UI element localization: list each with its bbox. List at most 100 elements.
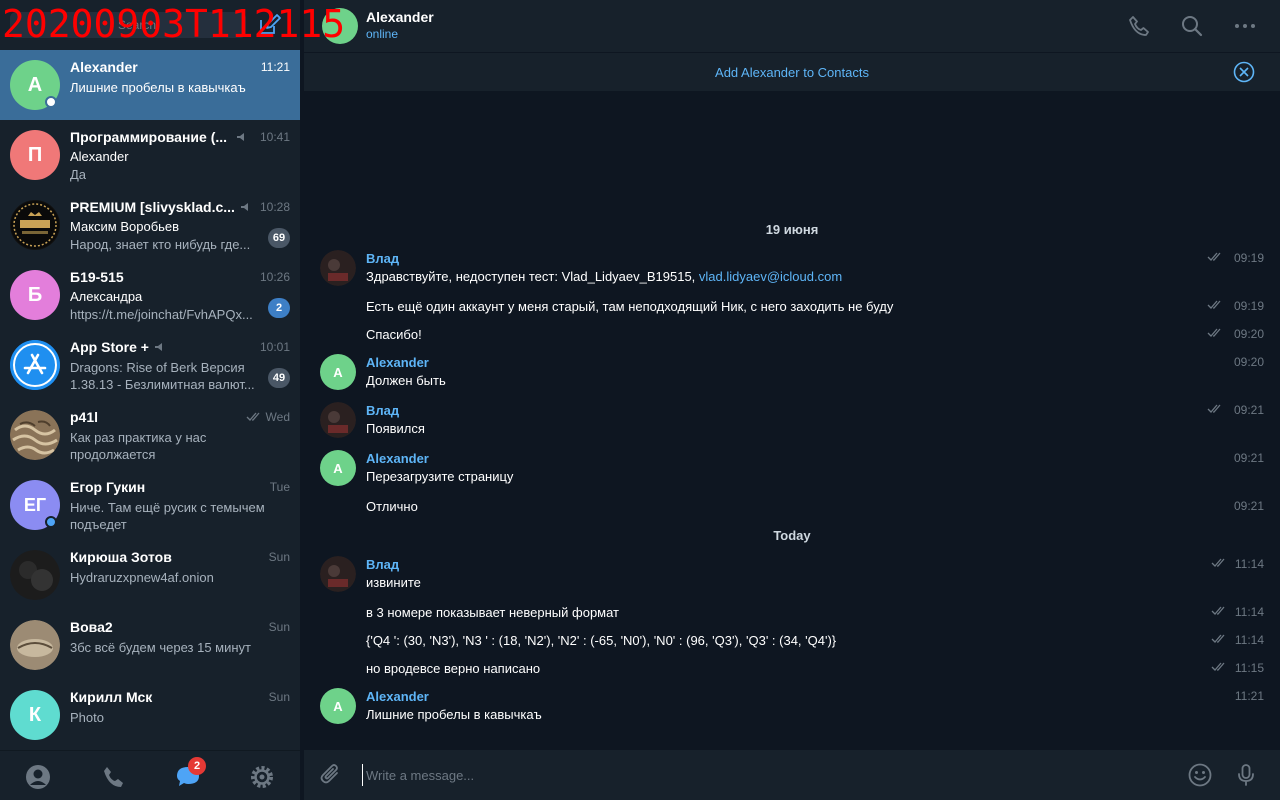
header-avatar[interactable] bbox=[322, 8, 358, 44]
search-input[interactable]: Search bbox=[10, 12, 246, 38]
chat-name: Кирюша Зотов bbox=[70, 549, 172, 565]
premium-logo-icon bbox=[10, 200, 60, 250]
chat-item-alexander[interactable]: A Alexander 11:21 Лишние пробелы в кавыч… bbox=[0, 50, 300, 120]
app-store-icon bbox=[10, 340, 60, 390]
read-ticks-icon bbox=[1211, 634, 1225, 643]
close-icon[interactable] bbox=[1233, 61, 1255, 83]
chat-preview: Photo bbox=[70, 710, 104, 725]
vlad-avatar[interactable] bbox=[320, 250, 356, 286]
chat-name: Б19-515 bbox=[70, 269, 124, 285]
date-separator: 19 июня bbox=[765, 222, 819, 237]
search-icon[interactable] bbox=[1179, 13, 1205, 39]
chat-name: Вова2 bbox=[70, 619, 113, 635]
chat-item-app-store[interactable]: App Store + 10:01 Dragons: Rise of Berk … bbox=[0, 330, 300, 400]
read-ticks-icon bbox=[1211, 606, 1225, 615]
chat-header: Alexander online bbox=[304, 0, 1280, 52]
message-time: 11:15 bbox=[1234, 661, 1264, 675]
online-indicator bbox=[45, 516, 57, 528]
microphone-icon[interactable] bbox=[1233, 762, 1259, 788]
chat-sender: Александра bbox=[70, 289, 143, 304]
avatar: Б bbox=[10, 270, 60, 320]
chat-time: 10:26 bbox=[259, 270, 290, 284]
chat-item-b19-515[interactable]: Б Б19-515 10:26 Александра https://t.me/… bbox=[0, 260, 300, 330]
chat-name: Программирование (... bbox=[70, 129, 228, 145]
header-status: online bbox=[366, 27, 399, 41]
settings-icon[interactable] bbox=[248, 763, 276, 791]
message-time: 09:20 bbox=[1233, 327, 1264, 341]
alexander-avatar[interactable]: A bbox=[320, 688, 356, 724]
chat-time: Tue bbox=[269, 480, 290, 494]
alexander-avatar[interactable]: A bbox=[320, 354, 356, 390]
chat-item-premium[interactable]: PREMIUM [slivysklad.c... 10:28 Максим Во… bbox=[0, 190, 300, 260]
avatar: П bbox=[10, 130, 60, 180]
message-author[interactable]: Alexander bbox=[366, 689, 429, 704]
online-indicator bbox=[45, 96, 57, 108]
message-text: извините bbox=[366, 575, 421, 590]
chat-preview: 3бс всё будем через 15 минут bbox=[70, 640, 251, 655]
message-author[interactable]: Alexander bbox=[366, 355, 429, 370]
read-ticks-icon bbox=[1207, 328, 1221, 337]
message-time: 09:21 bbox=[1233, 403, 1264, 417]
chat-item-kiryusha[interactable]: Кирюша Зотов Sun Hydraruzxpnew4af.onion bbox=[0, 540, 300, 610]
message-text: Перезагрузите страницу bbox=[366, 469, 514, 484]
chat-preview: Лишние пробелы в кавычкаъ bbox=[70, 80, 246, 95]
unread-badge: 69 bbox=[268, 228, 290, 248]
chat-item-programming[interactable]: П Программирование (... 10:41 Alexander … bbox=[0, 120, 300, 190]
chat-item-p41l[interactable]: p41l Wed Как раз практика у нас продолжа… bbox=[0, 400, 300, 470]
message-author[interactable]: Влад bbox=[366, 251, 399, 266]
chat-item-egor[interactable]: ЕГ Егор Гукин Tue Ниче. Там ещё русик с … bbox=[0, 470, 300, 540]
call-icon[interactable] bbox=[1126, 13, 1152, 39]
emoji-icon[interactable] bbox=[1187, 762, 1213, 788]
message-time: 11:14 bbox=[1234, 557, 1264, 571]
message-text: Есть ещё один аккаунт у меня старый, там… bbox=[366, 299, 894, 314]
vlad-avatar[interactable] bbox=[320, 556, 356, 592]
chat-name: Alexander bbox=[70, 59, 138, 75]
chat-name: p41l bbox=[70, 409, 99, 425]
message-text: Отлично bbox=[366, 499, 418, 514]
message-time: 09:21 bbox=[1233, 451, 1264, 465]
message-text: Спасибо! bbox=[366, 327, 422, 342]
message-time: 09:20 bbox=[1233, 355, 1264, 369]
chat-time: 10:28 bbox=[259, 200, 290, 214]
avatar bbox=[10, 410, 60, 460]
chat-time: Sun bbox=[268, 550, 290, 564]
message-input[interactable] bbox=[362, 764, 1162, 786]
message-time: 11:21 bbox=[1234, 689, 1264, 703]
alexander-avatar[interactable]: A bbox=[320, 450, 356, 486]
message-time: 11:14 bbox=[1234, 605, 1264, 619]
muted-icon bbox=[237, 133, 244, 141]
message-author[interactable]: Влад bbox=[366, 403, 399, 418]
paperclip-icon[interactable] bbox=[318, 762, 344, 788]
unread-badge: 2 bbox=[268, 298, 290, 318]
message-author[interactable]: Влад bbox=[366, 557, 399, 572]
sidebar: Search A Alexander 11:21 Лишние пробелы … bbox=[0, 0, 300, 800]
sidebar-nav: 2 bbox=[0, 750, 300, 800]
read-ticks-icon bbox=[1207, 300, 1221, 309]
header-contact-name[interactable]: Alexander bbox=[366, 9, 434, 25]
chat-item-kirill[interactable]: К Кирилл Мск Sun Photo bbox=[0, 680, 300, 750]
chat-name: App Store + bbox=[70, 339, 149, 355]
compose-icon[interactable] bbox=[256, 12, 282, 38]
sidebar-header: Search bbox=[0, 0, 300, 50]
unread-count-badge: 2 bbox=[188, 757, 206, 775]
vlad-avatar[interactable] bbox=[320, 402, 356, 438]
message-text: {'Q4 ': (30, 'N3'), 'N3 ' : (18, 'N2'), … bbox=[366, 633, 837, 648]
email-link[interactable]: vlad.lidyaev@icloud.com bbox=[699, 269, 842, 284]
chat-panel: Alexander online Add Alexander to Contac… bbox=[304, 0, 1280, 800]
more-options-icon[interactable] bbox=[1232, 13, 1258, 39]
message-author[interactable]: Alexander bbox=[366, 451, 429, 466]
chat-item-vova2[interactable]: Вова2 Sun 3бс всё будем через 15 минут bbox=[0, 610, 300, 680]
add-contact-link[interactable]: Add Alexander to Contacts bbox=[304, 65, 1280, 80]
chat-time: Sun bbox=[268, 620, 290, 634]
avatar bbox=[10, 550, 60, 600]
profile-icon[interactable] bbox=[24, 763, 52, 791]
chat-preview: https://t.me/joinchat/FvhAPQx... bbox=[70, 307, 253, 322]
chat-preview: Ниче. Там ещё русик с темычем подъедет bbox=[70, 500, 265, 532]
chat-time: 11:21 bbox=[260, 60, 290, 74]
read-ticks-icon bbox=[246, 412, 260, 421]
read-ticks-icon bbox=[1207, 252, 1221, 261]
chat-preview: Hydraruzxpnew4af.onion bbox=[70, 570, 214, 585]
phone-icon[interactable] bbox=[99, 763, 127, 791]
chat-preview: Народ, знает кто нибудь где... bbox=[70, 237, 251, 252]
chat-time: 10:41 bbox=[259, 130, 290, 144]
